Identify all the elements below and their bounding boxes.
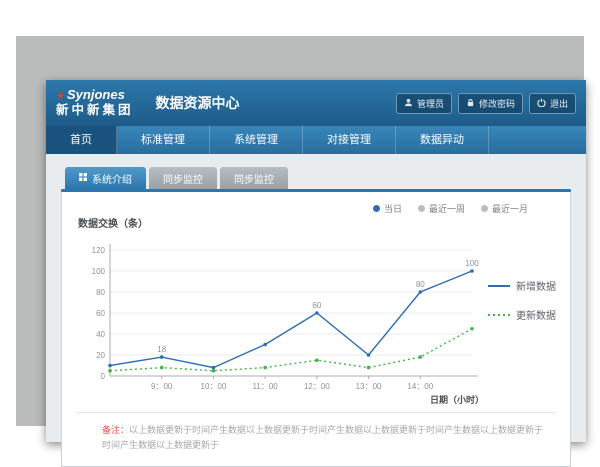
nav-item-home[interactable]: 首页	[46, 126, 117, 154]
legend-dot-icon	[373, 205, 380, 212]
lock-icon	[466, 98, 475, 109]
svg-text:0: 0	[101, 372, 106, 381]
company-name: 新中新集团	[56, 103, 134, 117]
series-legend-item[interactable]: 新增数据	[487, 278, 556, 293]
svg-text:11：00: 11：00	[253, 382, 279, 391]
nav-item-data-change[interactable]: 数据异动	[396, 126, 489, 154]
svg-text:80: 80	[416, 280, 425, 289]
svg-text:80: 80	[96, 288, 105, 297]
nav-item-system-mgmt[interactable]: 系统管理	[210, 126, 303, 154]
filter-label: 当日	[384, 202, 402, 215]
nav-item-integration-mgmt[interactable]: 对接管理	[303, 126, 396, 154]
brand-text: Synjones	[67, 88, 125, 103]
user-icon	[404, 98, 413, 109]
tab-label: 同步监控	[234, 171, 274, 186]
series-legend-label: 更新数据	[516, 307, 556, 322]
svg-text:12：00: 12：00	[304, 382, 330, 391]
logout-button[interactable]: 退出	[529, 93, 576, 114]
tab-label: 系统介绍	[92, 171, 132, 186]
brand-name: Synjones	[56, 88, 134, 103]
legend-dot-icon	[418, 205, 425, 212]
svg-text:13：00: 13：00	[356, 382, 382, 391]
svg-text:9：00: 9：00	[151, 382, 173, 391]
svg-text:60: 60	[312, 301, 321, 310]
tab-sync-monitor-2[interactable]: 同步监控	[220, 167, 288, 189]
grid-icon	[79, 173, 87, 184]
footnote: 备注：以上数据更新于时间产生数据以上数据更新于时间产生数据以上数据更新于时间产生…	[76, 412, 556, 454]
tab-system-intro[interactable]: 系统介绍	[65, 167, 146, 189]
y-axis-title: 数据交换（条）	[78, 215, 556, 230]
change-password-button[interactable]: 修改密码	[458, 93, 523, 114]
legend-dot-icon	[481, 205, 488, 212]
tabs-bar: 系统介绍 同步监控 同步监控	[61, 167, 571, 189]
svg-text:60: 60	[96, 309, 105, 318]
series-legend-item[interactable]: 更新数据	[487, 307, 556, 322]
series-line-sample-icon	[487, 310, 511, 320]
page-title: 数据资源中心	[156, 93, 240, 113]
tab-label: 同步监控	[163, 171, 203, 186]
series-line-sample-icon	[487, 281, 511, 291]
svg-text:14：00: 14：00	[407, 382, 433, 391]
admin-user-label: 管理员	[417, 97, 444, 110]
user-actions: 管理员 修改密码 退出	[396, 93, 576, 114]
line-chart: 0 20 40 60 80 100 120 9：00 10：00 11：00 12：00 13：00 1…	[76, 232, 479, 408]
svg-text:18: 18	[157, 345, 166, 354]
nav-item-standard-mgmt[interactable]: 标准管理	[117, 126, 210, 154]
series-legend: 新增数据更新数据	[487, 278, 556, 322]
app-window: Synjones 新中新集团 数据资源中心 管理员 修改密码	[46, 80, 586, 442]
brand-star-icon	[56, 91, 65, 100]
svg-text:100: 100	[92, 267, 106, 276]
svg-text:10：00: 10：00	[201, 382, 227, 391]
chart-filter-legend: 当日 最近一周 最近一月	[76, 202, 528, 215]
change-password-label: 修改密码	[479, 97, 515, 110]
series-legend-label: 新增数据	[516, 278, 556, 293]
tab-sync-monitor-1[interactable]: 同步监控	[149, 167, 217, 189]
chart-row: 0 20 40 60 80 100 120 9：00 10：00 11：00 12：00 13：00 1…	[76, 232, 556, 408]
logout-label: 退出	[550, 97, 568, 110]
admin-user-button[interactable]: 管理员	[396, 93, 452, 114]
desktop-backdrop: Synjones 新中新集团 数据资源中心 管理员 修改密码	[16, 36, 584, 426]
filter-label: 最近一月	[492, 202, 528, 215]
top-header: Synjones 新中新集团 数据资源中心 管理员 修改密码	[46, 80, 586, 126]
footnote-text: 以上数据更新于时间产生数据以上数据更新于时间产生数据以上数据更新于时间产生数据以…	[102, 425, 543, 450]
content-area: 系统介绍 同步监控 同步监控 当日 最近一	[46, 154, 586, 442]
power-icon	[537, 98, 546, 109]
filter-last-month[interactable]: 最近一月	[481, 202, 528, 215]
svg-text:40: 40	[96, 330, 105, 339]
svg-text:日期（小时）: 日期（小时）	[430, 394, 479, 405]
filter-today[interactable]: 当日	[373, 202, 402, 215]
filter-last-week[interactable]: 最近一周	[418, 202, 465, 215]
main-nav: 首页 标准管理 系统管理 对接管理 数据异动	[46, 126, 586, 154]
svg-text:100: 100	[465, 259, 479, 268]
brand-logo: Synjones 新中新集团	[56, 88, 134, 117]
footnote-prefix: 备注：	[102, 425, 129, 435]
svg-text:20: 20	[96, 351, 105, 360]
filter-label: 最近一周	[429, 202, 465, 215]
svg-text:120: 120	[92, 246, 106, 255]
chart-panel: 当日 最近一周 最近一月 数据交换（条） 0 20 40 60 80 100 120 9：00…	[61, 192, 571, 467]
